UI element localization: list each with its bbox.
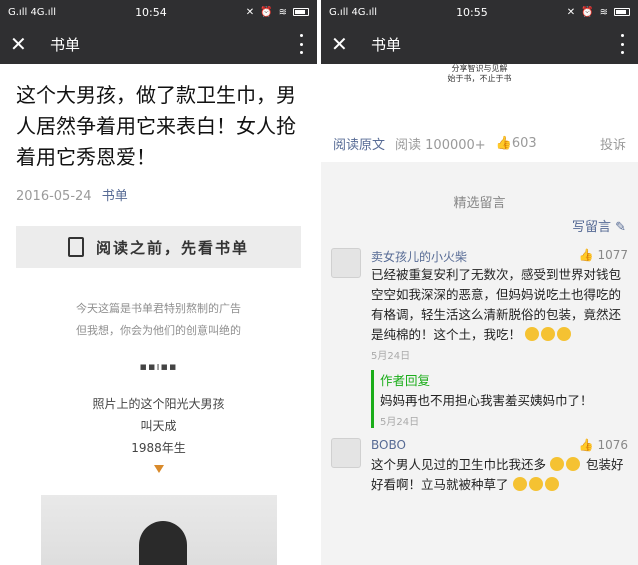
author-reply: 作者回复 妈妈再也不用担心我害羞买姨妈巾了！ 5月24日 (371, 370, 628, 428)
avatar[interactable] (331, 438, 361, 468)
article-meta: 2016-05-24 书单 (16, 185, 301, 204)
battery-icon (292, 8, 309, 16)
system-icons: ✕ ⏰ ≋ (567, 7, 630, 18)
write-comment-label: 写留言 (571, 220, 611, 235)
comment-nickname: BOBO (371, 438, 406, 452)
more-menu-icon[interactable] (299, 34, 303, 54)
comment-header: BOBO 👍 1076 (371, 438, 628, 454)
status-time: 10:54 (135, 5, 167, 19)
comment-text: 已经被重复安利了无数次，感受到世界对钱包空空如我深深的恶意，但妈妈说吃土也得吃的… (371, 265, 628, 345)
left-screen: G.ıll 4G.ıll 10:54 ✕ ⏰ ≋ ✕ 书单 这个大男孩，做了款卫… (0, 0, 317, 565)
thumb-up-icon: 👍 (578, 438, 594, 452)
comment-body: BOBO 👍 1076 这个男人见过的卫生巾比我还多 包装好好看啊！立马就被种草… (371, 438, 628, 495)
heart-eyes-emoji-icon (528, 477, 543, 491)
status-bar: G.ıll 4G.ıll 10:55 ✕ ⏰ ≋ (321, 0, 638, 24)
poem-line: 叫天成 (140, 419, 177, 433)
intro-line: 但我想，你会为他们的创意叫绝的 (76, 324, 241, 337)
comment-body: 卖女孩儿的小火柴 👍 1077 已经被重复安利了无数次，感受到世界对钱包空空如我… (371, 248, 628, 428)
signal-indicator: G.ıll 4G.ıll (8, 6, 57, 18)
comment-date: 5月24日 (371, 351, 411, 362)
status-bar: G.ıll 4G.ıll 10:54 ✕ ⏰ ≋ (0, 0, 317, 24)
close-icon[interactable]: ✕ (331, 32, 359, 56)
comment-header: 卖女孩儿的小火柴 👍 1077 (371, 248, 628, 264)
comment-nickname: 卖女孩儿的小火柴 (371, 250, 468, 264)
sunglasses-emoji-icon (557, 327, 571, 341)
separator-dots: ▪▪ı▪▪ (139, 360, 178, 373)
poem-text: 照片上的这个阳光大男孩 叫天成 1988年生 (16, 393, 301, 459)
read-count: 阅读 100000+ (395, 137, 486, 153)
read-original-link[interactable]: 阅读原文 (333, 134, 385, 153)
person-photo (138, 521, 187, 565)
poem-line: 1988年生 (131, 441, 186, 455)
more-menu-icon[interactable] (620, 34, 624, 54)
intro-text: 今天这篇是书单君特别熬制的广告 但我想，你会为他们的创意叫绝的 (16, 298, 301, 342)
close-icon[interactable]: ✕ (10, 32, 38, 56)
write-comment-link[interactable]: 写留言 ✎ (321, 216, 638, 246)
reply-date: 5月24日 (380, 417, 420, 428)
read-first-banner: 阅读之前，先看书单 (16, 226, 301, 268)
alarm-icon: ⏰ (581, 6, 594, 18)
mute-icon: ✕ (245, 6, 255, 18)
nav-title: 书单 (50, 35, 81, 54)
battery-icon (613, 8, 630, 16)
sunglasses-emoji-icon (541, 327, 555, 341)
comment-item: 卖女孩儿的小火柴 👍 1077 已经被重复安利了无数次，感受到世界对钱包空空如我… (321, 246, 638, 436)
status-time: 10:55 (456, 5, 488, 19)
heart-eyes-emoji-icon (512, 477, 527, 491)
banner-text: 阅读之前，先看书单 (95, 238, 249, 257)
nav-title: 书单 (371, 35, 402, 54)
mute-icon: ✕ (566, 6, 576, 18)
article: 这个大男孩，做了款卫生巾，男人居然争着用它来表白！女人抢着用它秀恩爱！ 2016… (0, 64, 317, 565)
wifi-icon: ≋ (278, 6, 287, 18)
article-footer-slogan: 分享智识与见解 始于书，不止于书 (321, 64, 638, 124)
grin-emoji-icon (550, 457, 564, 471)
grin-emoji-icon (566, 457, 580, 471)
article-actions: 阅读原文 阅读 100000+ 👍 603 投诉 (321, 124, 638, 162)
comment-text-body: 已经被重复安利了无数次，感受到世界对钱包空空如我深深的恶意，但妈妈说吃土也得吃的… (371, 267, 622, 342)
comment-like-button[interactable]: 👍 1076 (579, 438, 628, 454)
down-triangle-icon (153, 465, 164, 473)
comment-like-count: 1077 (597, 248, 628, 262)
article-author-link[interactable]: 书单 (102, 189, 128, 204)
wifi-icon: ≋ (599, 6, 608, 18)
comment-text-body: 这个男人见过的卫生巾比我还多 (371, 457, 547, 472)
like-icon[interactable]: 👍 (496, 136, 512, 151)
poem-line: 照片上的这个阳光大男孩 (92, 397, 225, 411)
comment-text: 这个男人见过的卫生巾比我还多 包装好好看啊！立马就被种草了 (371, 455, 628, 495)
report-link[interactable]: 投诉 (600, 134, 626, 153)
reply-text: 妈妈再也不用担心我害羞买姨妈巾了！ (380, 393, 593, 408)
comment-like-button[interactable]: 👍 1077 (579, 248, 628, 264)
slogan-line: 分享智识与见解 (451, 64, 508, 73)
signal-indicator: G.ıll 4G.ıll (329, 6, 378, 18)
avatar[interactable] (331, 248, 361, 278)
article-photo (40, 495, 277, 565)
comment-like-count: 1076 (597, 438, 628, 452)
intro-line: 今天这篇是书单君特别熬制的广告 (76, 302, 241, 315)
pencil-icon: ✎ (615, 220, 626, 235)
comment-item: BOBO 👍 1076 这个男人见过的卫生巾比我还多 包装好好看啊！立马就被种草… (321, 436, 638, 503)
like-count: 603 (511, 135, 537, 151)
right-screen: G.ıll 4G.ıll 10:55 ✕ ⏰ ≋ ✕ 书单 分享智识与见解 始于… (321, 0, 638, 565)
nav-bar: ✕ 书单 (0, 24, 317, 64)
thumb-up-icon: 👍 (578, 248, 594, 262)
book-icon (67, 237, 84, 257)
alarm-icon: ⏰ (260, 6, 273, 18)
slogan-line: 始于书，不止于书 (447, 74, 512, 83)
article-title: 这个大男孩，做了款卫生巾，男人居然争着用它来表白！女人抢着用它秀恩爱！ (16, 83, 296, 169)
article-date: 2016-05-24 (16, 189, 92, 204)
heart-eyes-emoji-icon (544, 477, 559, 491)
section-gap (321, 162, 638, 192)
nav-bar: ✕ 书单 (321, 24, 638, 64)
reply-label: 作者回复 (380, 373, 431, 388)
system-icons: ✕ ⏰ ≋ (246, 7, 309, 18)
section-title: 精选留言 (453, 196, 506, 211)
sunglasses-emoji-icon (525, 327, 539, 341)
